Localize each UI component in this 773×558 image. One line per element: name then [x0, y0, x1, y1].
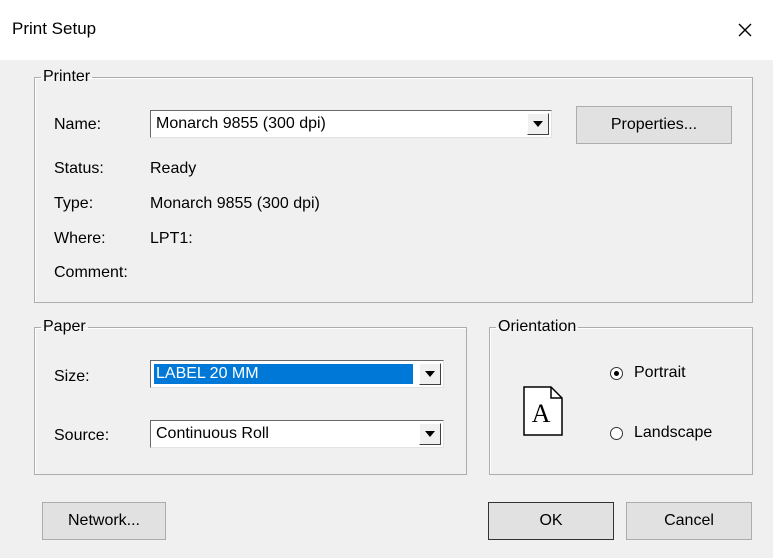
- cancel-button[interactable]: Cancel: [626, 502, 752, 540]
- status-value: Ready: [150, 160, 197, 177]
- landscape-radio-label: Landscape: [634, 424, 713, 441]
- paper-size-label: Size:: [54, 368, 90, 385]
- paper-size-value: LABEL 20 MM: [154, 364, 413, 384]
- portrait-radio-label: Portrait: [634, 364, 686, 381]
- paper-source-dropdown[interactable]: Continuous Roll: [150, 420, 444, 448]
- paper-group-legend: Paper: [43, 318, 86, 335]
- dialog-title: Print Setup: [12, 19, 97, 38]
- orientation-group-legend: Orientation: [498, 318, 577, 335]
- paper-size-dropdown[interactable]: LABEL 20 MM: [150, 360, 444, 388]
- paper-group: Paper: [34, 318, 467, 475]
- paper-source-value: Continuous Roll: [156, 425, 269, 442]
- paper-source-dropdown-button[interactable]: [419, 423, 441, 445]
- title-bar: Print Setup: [0, 0, 773, 60]
- landscape-radio-circle[interactable]: [610, 426, 623, 440]
- dropdown-arrow-icon: [425, 431, 435, 437]
- portrait-radio[interactable]: Portrait: [610, 364, 686, 382]
- printer-group-legend: Printer: [43, 68, 91, 85]
- paper-source-label: Source:: [54, 427, 110, 444]
- where-label: Where:: [54, 230, 106, 247]
- printer-name-dropdown-button[interactable]: [527, 113, 549, 135]
- properties-button[interactable]: Properties...: [576, 106, 732, 144]
- type-value: Monarch 9855 (300 dpi): [150, 195, 320, 212]
- ok-button[interactable]: OK: [488, 502, 614, 540]
- portrait-radio-circle[interactable]: [610, 366, 623, 380]
- status-label: Status:: [54, 160, 104, 177]
- type-label: Type:: [54, 195, 94, 212]
- landscape-radio[interactable]: Landscape: [610, 424, 712, 442]
- printer-group: Printer: [34, 68, 753, 303]
- network-button[interactable]: Network...: [42, 502, 166, 540]
- printer-name-label: Name:: [54, 116, 102, 133]
- paper-size-dropdown-button[interactable]: [419, 363, 441, 385]
- where-value: LPT1:: [150, 230, 193, 247]
- close-button[interactable]: [717, 0, 773, 60]
- dropdown-arrow-icon: [533, 121, 543, 127]
- printer-name-dropdown[interactable]: Monarch 9855 (300 dpi): [150, 110, 552, 138]
- comment-label: Comment:: [54, 264, 128, 281]
- close-icon: [738, 23, 752, 37]
- printer-name-value: Monarch 9855 (300 dpi): [156, 115, 326, 132]
- page-icon-letter: A: [532, 399, 551, 428]
- dropdown-arrow-icon: [425, 371, 435, 377]
- portrait-page-icon: A: [523, 386, 563, 436]
